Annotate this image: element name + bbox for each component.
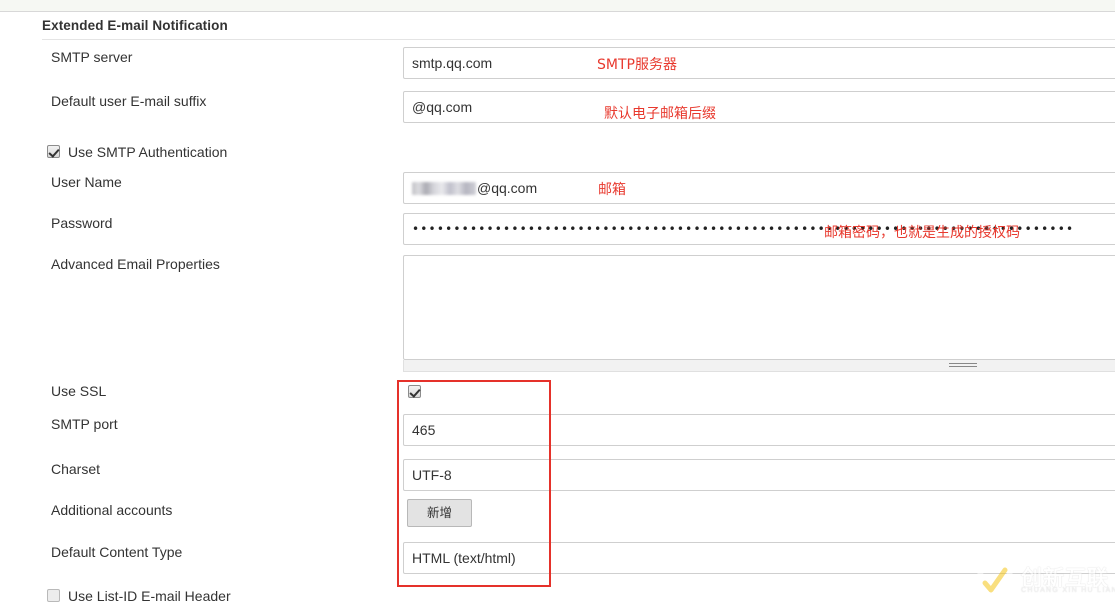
- annotation-password: 邮箱密码，也就是生成的授权码: [824, 222, 1020, 242]
- user-name-input[interactable]: @qq.com: [403, 172, 1115, 204]
- label-user-name: User Name: [51, 174, 122, 190]
- use-ssl-checkbox[interactable]: [408, 385, 421, 398]
- section-divider: [42, 39, 1115, 40]
- label-default-content-type: Default Content Type: [51, 544, 182, 560]
- label-additional-accounts: Additional accounts: [51, 502, 172, 518]
- annotation-user-name: 邮箱: [598, 179, 626, 199]
- watermark: 创新互联 CHUANG XIN HU LIAN: [975, 560, 1113, 604]
- use-smtp-authentication-checkbox[interactable]: [47, 145, 60, 158]
- user-name-suffix: @qq.com: [477, 180, 537, 196]
- settings-page: Extended E-mail Notification SMTP server…: [0, 0, 1115, 608]
- annotation-smtp-server: SMTP服务器: [597, 54, 677, 74]
- label-use-smtp-authentication: Use SMTP Authentication: [68, 144, 227, 160]
- textarea-resize-grip[interactable]: [403, 360, 1115, 372]
- label-use-list-id-header: Use List-ID E-mail Header: [68, 588, 231, 604]
- label-smtp-server: SMTP server: [51, 49, 132, 65]
- advanced-email-properties-textarea[interactable]: [403, 255, 1115, 360]
- brand-logo-icon: [975, 562, 1015, 602]
- smtp-port-input[interactable]: 465: [403, 414, 1115, 446]
- label-use-ssl: Use SSL: [51, 383, 106, 399]
- label-charset: Charset: [51, 461, 100, 477]
- redacted-username-mask: [412, 182, 476, 195]
- smtp-server-input[interactable]: smtp.qq.com: [403, 47, 1115, 79]
- use-list-id-header-checkbox[interactable]: [47, 589, 60, 602]
- annotation-email-suffix: 默认电子邮箱后缀: [604, 103, 716, 123]
- email-suffix-input[interactable]: @qq.com: [403, 91, 1115, 123]
- label-password: Password: [51, 215, 112, 231]
- page-title: Extended E-mail Notification: [42, 18, 228, 33]
- label-email-suffix: Default user E-mail suffix: [51, 93, 206, 109]
- add-account-button[interactable]: 新增: [407, 499, 472, 527]
- watermark-pinyin: CHUANG XIN HU LIAN: [1021, 587, 1115, 594]
- charset-input[interactable]: UTF-8: [403, 459, 1115, 491]
- label-advanced-email-properties: Advanced Email Properties: [51, 256, 220, 272]
- label-smtp-port: SMTP port: [51, 416, 118, 432]
- page-top-band: [0, 0, 1115, 12]
